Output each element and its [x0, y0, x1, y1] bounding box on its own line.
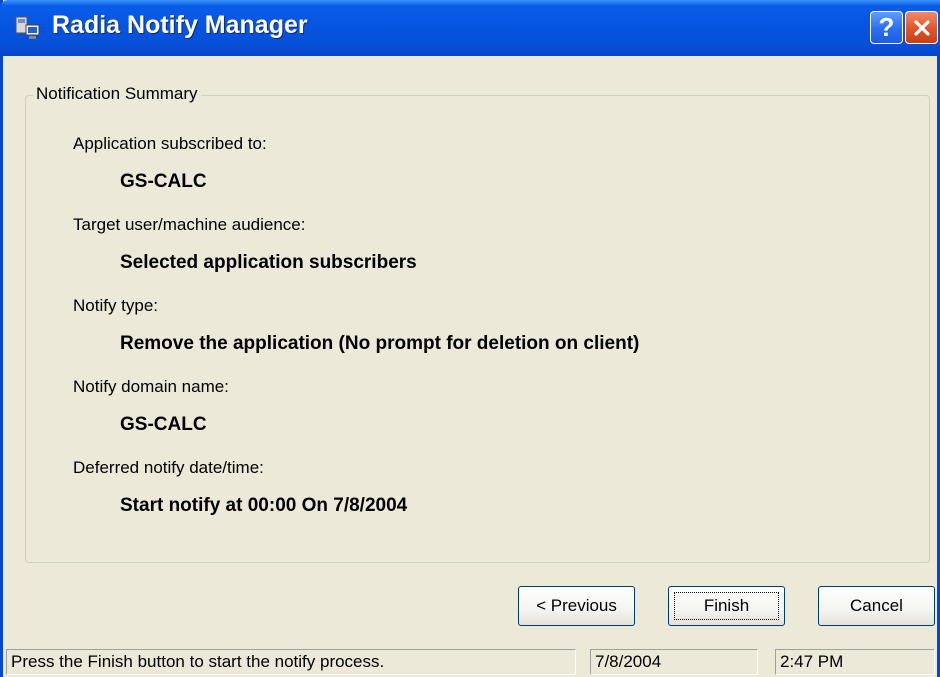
- application-value: GS-CALC: [120, 171, 207, 192]
- group-title: Notification Summary: [33, 84, 201, 104]
- status-bar: Press the Finish button to start the not…: [3, 647, 937, 677]
- dialog-window: Radia Notify Manager ? Notification Summ…: [0, 0, 940, 677]
- application-label: Application subscribed to:: [73, 134, 267, 153]
- finish-button-label: Finish: [703, 596, 750, 615]
- deferred-date-value: Start notify at 00:00 On 7/8/2004: [120, 495, 408, 516]
- notify-type-label: Notify type:: [73, 296, 159, 315]
- window-title: Radia Notify Manager: [52, 11, 308, 39]
- notify-type-value: Remove the application (No prompt for de…: [120, 333, 640, 354]
- help-question-icon: ?: [878, 12, 895, 42]
- title-bar[interactable]: Radia Notify Manager ?: [0, 0, 940, 56]
- audience-value: Selected application subscribers: [120, 252, 417, 273]
- audience-label: Target user/machine audience:: [73, 215, 306, 234]
- domain-name-value: GS-CALC: [120, 414, 207, 435]
- previous-button[interactable]: < Previous: [518, 586, 635, 626]
- status-message: Press the Finish button to start the not…: [6, 649, 576, 675]
- close-button[interactable]: [905, 11, 938, 44]
- cancel-button-label: Cancel: [850, 596, 903, 615]
- help-button[interactable]: ?: [870, 11, 903, 44]
- cancel-button[interactable]: Cancel: [818, 586, 935, 626]
- notification-summary-group: [25, 95, 930, 563]
- finish-button[interactable]: Finish: [668, 586, 785, 626]
- status-time: 2:47 PM: [775, 649, 935, 675]
- deferred-date-label: Deferred notify date/time:: [73, 458, 264, 477]
- close-x-icon: [913, 19, 930, 36]
- domain-name-label: Notify domain name:: [73, 377, 229, 396]
- radia-app-icon: [15, 16, 40, 39]
- status-date: 7/8/2004: [590, 649, 758, 675]
- previous-button-label: < Previous: [536, 596, 617, 615]
